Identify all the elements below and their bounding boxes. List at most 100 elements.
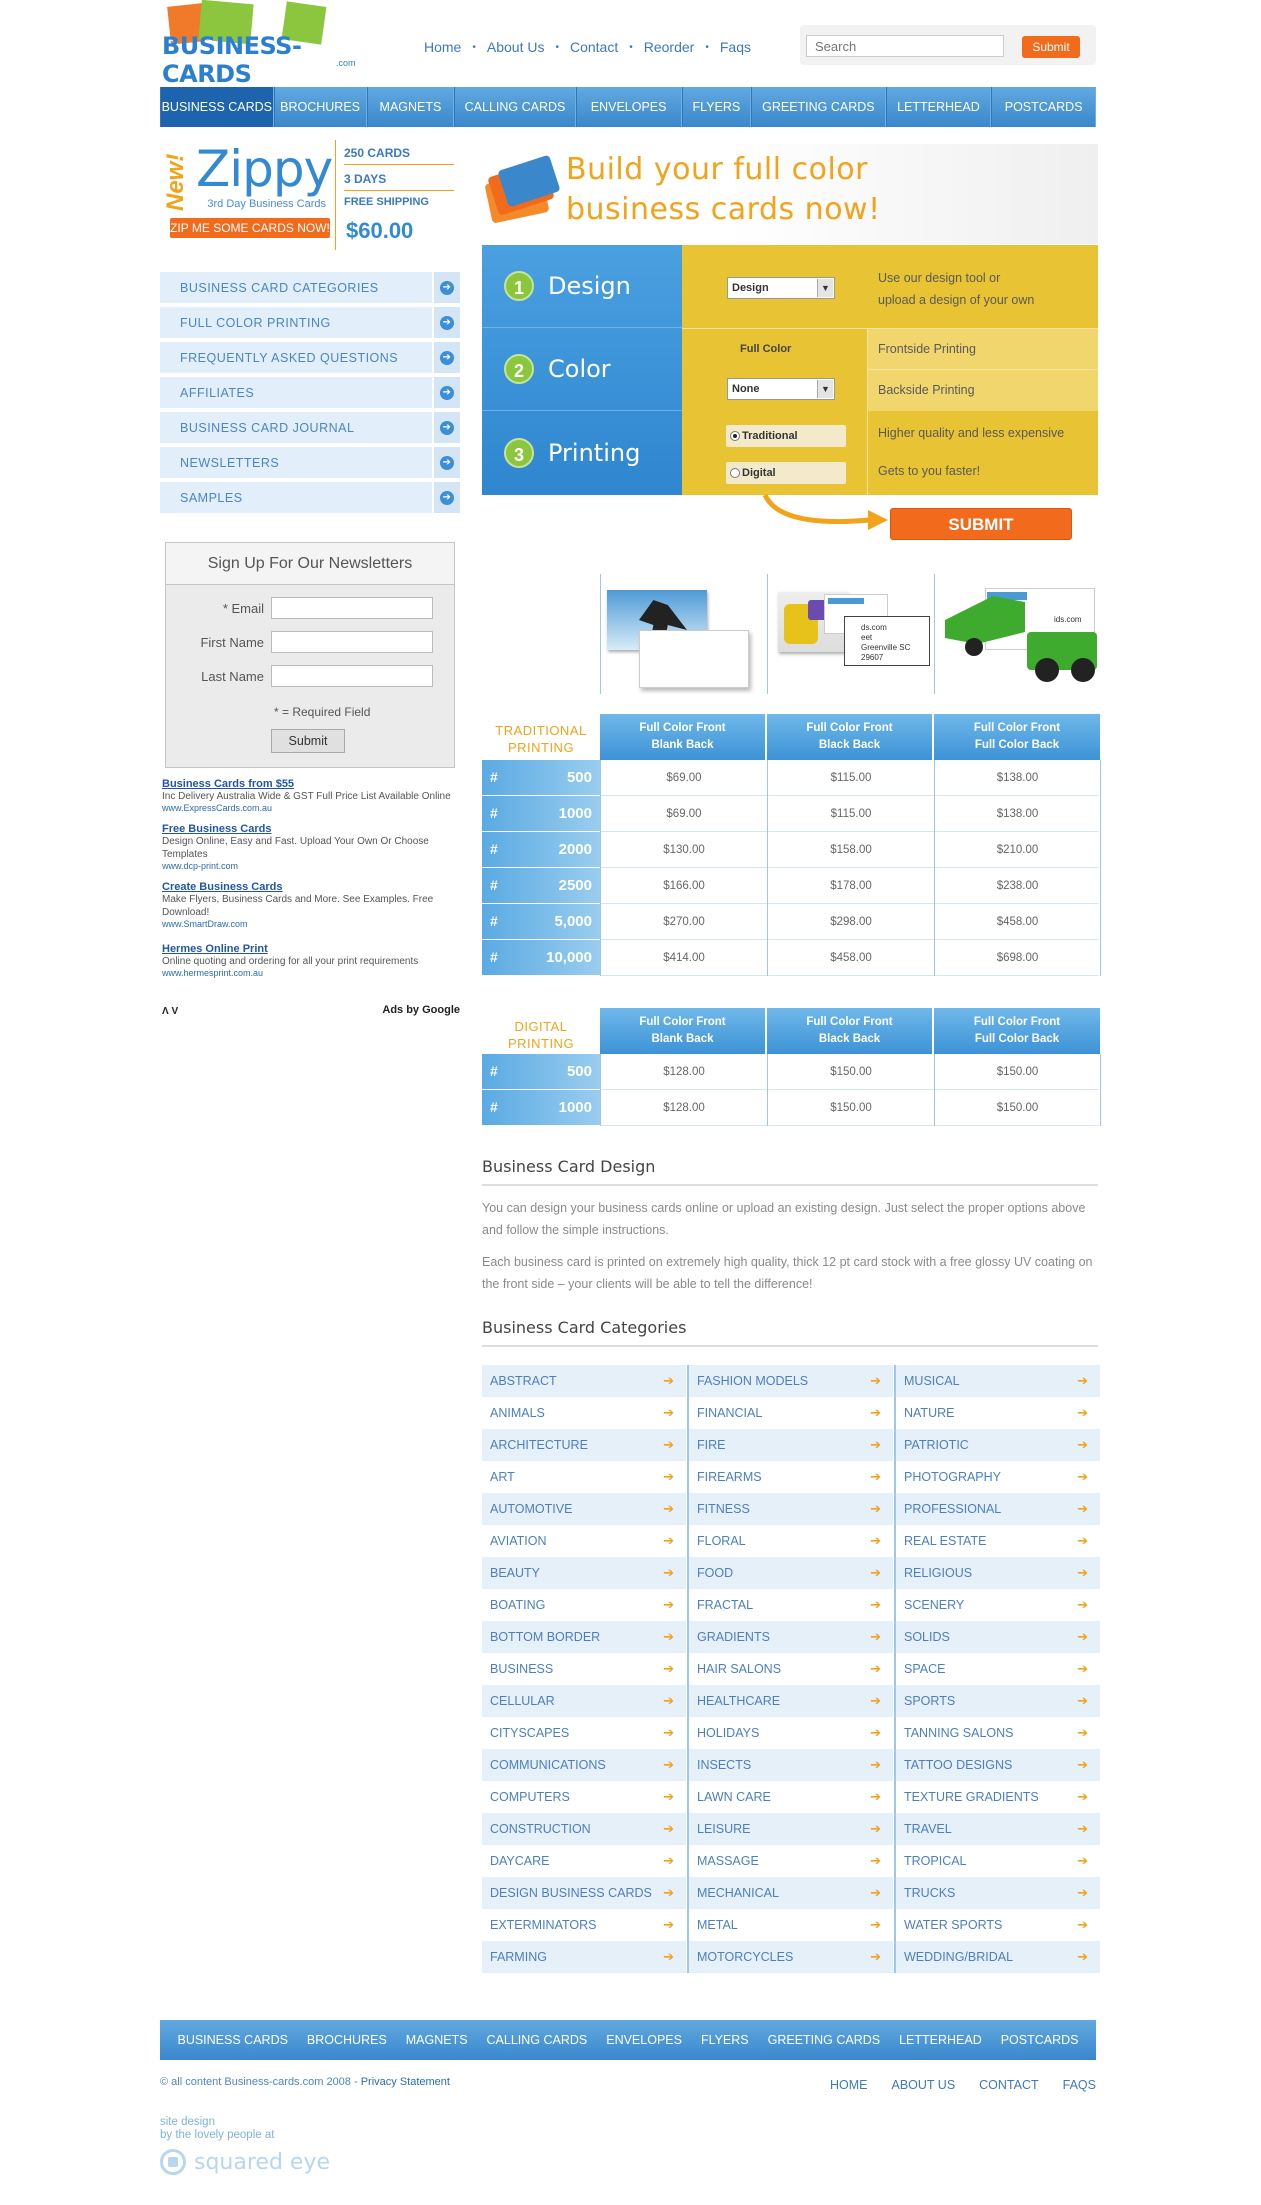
squared-eye-logo[interactable]: squared eye: [160, 2145, 330, 2179]
category-item-fractal[interactable]: FRACTAL ➔: [689, 1589, 893, 1621]
category-item-fire[interactable]: FIRE ➔: [689, 1429, 893, 1461]
ad-item[interactable]: Hermes Online Print Online quoting and or…: [162, 943, 462, 978]
footer-link-home[interactable]: HOME: [830, 2078, 868, 2092]
topnav-link-home[interactable]: Home: [424, 39, 461, 55]
category-item-food[interactable]: FOOD ➔: [689, 1557, 893, 1589]
category-item-daycare[interactable]: DAYCARE ➔: [482, 1845, 686, 1877]
category-item-abstract[interactable]: ABSTRACT ➔: [482, 1365, 686, 1397]
menu-item-brochures[interactable]: BROCHURES: [273, 87, 367, 127]
menu-item-letterhead[interactable]: LETTERHEAD: [885, 87, 992, 127]
price-cell[interactable]: $130.00: [600, 832, 767, 868]
sidebar-item-newsletters[interactable]: NEWSLETTERS ➔: [160, 447, 460, 478]
ad-url[interactable]: www.SmartDraw.com: [162, 919, 462, 929]
price-cell[interactable]: $150.00: [767, 1054, 934, 1090]
footer-menu-calling-cards[interactable]: CALLING CARDS: [487, 2033, 588, 2047]
digital-radio[interactable]: Digital: [726, 462, 846, 484]
category-item-aviation[interactable]: AVIATION ➔: [482, 1525, 686, 1557]
price-cell[interactable]: $138.00: [934, 796, 1101, 832]
category-item-business[interactable]: BUSINESS ➔: [482, 1653, 686, 1685]
price-cell[interactable]: $69.00: [600, 796, 767, 832]
category-item-design-business-cards[interactable]: DESIGN BUSINESS CARDS ➔: [482, 1877, 686, 1909]
menu-item-flyers[interactable]: FLYERS: [681, 87, 752, 127]
price-cell[interactable]: $150.00: [934, 1054, 1101, 1090]
menu-item-business-cards[interactable]: BUSINESS CARDS: [160, 87, 274, 127]
price-cell[interactable]: $138.00: [934, 760, 1101, 796]
category-item-tattoo-designs[interactable]: TATTOO DESIGNS ➔: [896, 1749, 1100, 1781]
footer-menu-postcards[interactable]: POSTCARDS: [1001, 2033, 1079, 2047]
topnav-link-faqs[interactable]: Faqs: [720, 39, 751, 55]
ads-by-google[interactable]: Ads by Google: [382, 1004, 460, 1016]
category-item-financial[interactable]: FINANCIAL ➔: [689, 1397, 893, 1429]
footer-menu-magnets[interactable]: MAGNETS: [406, 2033, 468, 2047]
price-cell[interactable]: $458.00: [767, 940, 934, 976]
first-name-field[interactable]: [271, 631, 433, 653]
footer-menu-business-cards[interactable]: BUSINESS CARDS: [177, 2033, 287, 2047]
ad-item[interactable]: Business Cards from $55 Inc Delivery Aust…: [162, 778, 462, 813]
zippy-promo[interactable]: New! Zippy 3rd Day Business Cards ZIP ME…: [160, 140, 460, 250]
category-item-lawn-care[interactable]: LAWN CARE ➔: [689, 1781, 893, 1813]
ad-title[interactable]: Free Business Cards: [162, 823, 462, 835]
search-submit-button[interactable]: Submit: [1022, 36, 1080, 58]
ad-url[interactable]: www.dcp-print.com: [162, 861, 462, 871]
sidebar-item-business-card-categories[interactable]: BUSINESS CARD CATEGORIES ➔: [160, 272, 460, 303]
price-cell[interactable]: $458.00: [934, 904, 1101, 940]
newsletter-submit-button[interactable]: Submit: [271, 729, 345, 753]
ad-url[interactable]: www.hermesprint.com.au: [162, 968, 462, 978]
category-item-construction[interactable]: CONSTRUCTION ➔: [482, 1813, 686, 1845]
category-item-tropical[interactable]: TROPICAL ➔: [896, 1845, 1100, 1877]
price-cell[interactable]: $210.00: [934, 832, 1101, 868]
last-name-field[interactable]: [271, 665, 433, 687]
privacy-link[interactable]: Privacy Statement: [361, 2076, 450, 2088]
sidebar-item-samples[interactable]: SAMPLES ➔: [160, 482, 460, 513]
category-item-insects[interactable]: INSECTS ➔: [689, 1749, 893, 1781]
topnav-link-reorder[interactable]: Reorder: [644, 39, 695, 55]
footer-menu-letterhead[interactable]: LETTERHEAD: [899, 2033, 982, 2047]
category-item-automotive[interactable]: AUTOMOTIVE ➔: [482, 1493, 686, 1525]
category-item-boating[interactable]: BOATING ➔: [482, 1589, 686, 1621]
design-select[interactable]: Design ▼: [727, 277, 835, 299]
menu-item-envelopes[interactable]: ENVELOPES: [575, 87, 682, 127]
footer-menu-brochures[interactable]: BROCHURES: [307, 2033, 387, 2047]
footer-menu-greeting-cards[interactable]: GREETING CARDS: [768, 2033, 881, 2047]
menu-item-calling-cards[interactable]: CALLING CARDS: [454, 87, 576, 127]
category-item-firearms[interactable]: FIREARMS ➔: [689, 1461, 893, 1493]
category-item-animals[interactable]: ANIMALS ➔: [482, 1397, 686, 1429]
price-cell[interactable]: $115.00: [767, 760, 934, 796]
sample-black-back[interactable]: ds.com eet Greenville SC 29607: [767, 574, 934, 694]
price-cell[interactable]: $270.00: [600, 904, 767, 940]
category-item-professional[interactable]: PROFESSIONAL ➔: [896, 1493, 1100, 1525]
traditional-radio[interactable]: Traditional: [726, 425, 846, 447]
category-item-architecture[interactable]: ARCHITECTURE ➔: [482, 1429, 686, 1461]
category-item-gradients[interactable]: GRADIENTS ➔: [689, 1621, 893, 1653]
category-item-art[interactable]: ART ➔: [482, 1461, 686, 1493]
category-item-real-estate[interactable]: REAL ESTATE ➔: [896, 1525, 1100, 1557]
site-logo[interactable]: BUSINESS-CARDS .com: [160, 0, 370, 88]
category-item-healthcare[interactable]: HEALTHCARE ➔: [689, 1685, 893, 1717]
color-select[interactable]: None ▼: [727, 378, 835, 400]
footer-link-about-us[interactable]: ABOUT US: [891, 2078, 955, 2092]
sample-full-color-back[interactable]: ids.com: [934, 574, 1101, 694]
price-cell[interactable]: $158.00: [767, 832, 934, 868]
category-item-trucks[interactable]: TRUCKS ➔: [896, 1877, 1100, 1909]
category-item-holidays[interactable]: HOLIDAYS ➔: [689, 1717, 893, 1749]
category-item-wedding-bridal[interactable]: WEDDING/BRIDAL ➔: [896, 1941, 1100, 1973]
category-item-travel[interactable]: TRAVEL ➔: [896, 1813, 1100, 1845]
category-item-exterminators[interactable]: EXTERMINATORS ➔: [482, 1909, 686, 1941]
category-item-cityscapes[interactable]: CITYSCAPES ➔: [482, 1717, 686, 1749]
ad-title[interactable]: Create Business Cards: [162, 881, 462, 893]
ad-title[interactable]: Hermes Online Print: [162, 943, 462, 955]
price-cell[interactable]: $150.00: [934, 1090, 1101, 1126]
price-cell[interactable]: $128.00: [600, 1054, 767, 1090]
category-item-floral[interactable]: FLORAL ➔: [689, 1525, 893, 1557]
footer-link-contact[interactable]: CONTACT: [979, 2078, 1039, 2092]
price-cell[interactable]: $69.00: [600, 760, 767, 796]
price-cell[interactable]: $298.00: [767, 904, 934, 940]
sidebar-item-affiliates[interactable]: AFFILIATES ➔: [160, 377, 460, 408]
menu-item-postcards[interactable]: POSTCARDS: [991, 87, 1096, 127]
price-cell[interactable]: $178.00: [767, 868, 934, 904]
category-item-fashion-models[interactable]: FASHION MODELS ➔: [689, 1365, 893, 1397]
category-item-nature[interactable]: NATURE ➔: [896, 1397, 1100, 1429]
ad-item[interactable]: Create Business Cards Make Flyers, Busine…: [162, 881, 462, 929]
menu-item-magnets[interactable]: MAGNETS: [366, 87, 455, 127]
footer-menu-envelopes[interactable]: ENVELOPES: [606, 2033, 682, 2047]
